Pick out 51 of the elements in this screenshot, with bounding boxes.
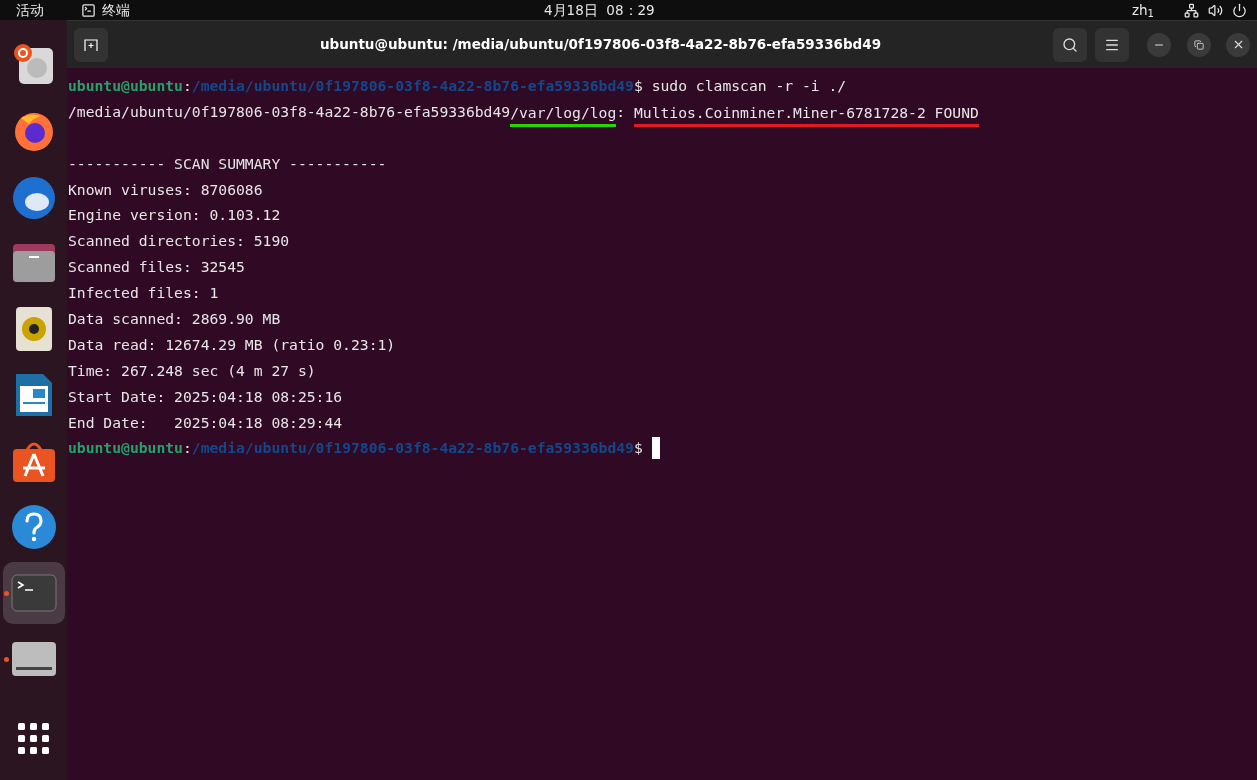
input-method-indicator[interactable]: zh$_{1}$ xyxy=(1131,0,1154,21)
new-tab-icon xyxy=(84,37,98,52)
prompt-dollar: $ xyxy=(633,76,643,96)
output-line: Scanned directories: 5190 xyxy=(68,231,290,252)
output-line: Engine version: 0.103.12 xyxy=(68,205,281,226)
output-line: Known viruses: 8706086 xyxy=(68,179,263,200)
output-line: Infected files: 1 xyxy=(68,283,219,304)
prompt-user: ubuntu@ubuntu xyxy=(68,76,183,96)
output-line: ----------- SCAN SUMMARY ----------- xyxy=(68,153,387,174)
output-line: End Date: 2025:04:18 08:29:44 xyxy=(68,412,343,433)
output-text: /media/ubuntu/0f197806-03f8-4a22-8b76-efa59336bd49 xyxy=(68,101,511,122)
prompt-dollar: $ xyxy=(633,438,643,459)
maximize-button[interactable] xyxy=(1187,32,1211,57)
close-button[interactable] xyxy=(1226,32,1250,57)
document-icon xyxy=(14,372,53,418)
power-icon[interactable] xyxy=(1232,2,1247,18)
running-indicator xyxy=(3,657,9,662)
output-line: Data read: 12674.29 MB (ratio 0.23:1) xyxy=(68,334,396,355)
volume-icon[interactable] xyxy=(1208,2,1223,18)
folder-icon xyxy=(10,242,57,284)
search-button[interactable] xyxy=(1053,27,1087,62)
activities-button[interactable]: 活动 xyxy=(16,0,72,21)
help-icon xyxy=(10,504,57,550)
underlined-file-path: /var/log/log xyxy=(510,102,617,128)
output-line: Scanned files: 32545 xyxy=(68,257,245,278)
running-indicator xyxy=(3,591,9,596)
window-title: ubuntu@ubuntu: /media/ubuntu/0f197806-03f8-4a22-8b76-efa59336bd49 xyxy=(319,35,882,55)
drive-icon xyxy=(10,641,57,677)
prompt-user: ubuntu@ubuntu xyxy=(68,438,183,459)
terminal-icon xyxy=(10,574,57,612)
minimize-button[interactable] xyxy=(1147,32,1171,57)
network-icon[interactable] xyxy=(1184,2,1199,18)
prompt-path: /media/ubuntu/0f197806-03f8-4a22-8b76-efa59336bd49 xyxy=(191,76,634,96)
new-tab-button[interactable] xyxy=(74,27,108,62)
speaker-icon xyxy=(14,306,53,352)
app-grid-icon xyxy=(17,723,50,755)
output-line: Time: 267.248 sec (4 m 27 s) xyxy=(68,360,316,381)
prompt-path: /media/ubuntu/0f197806-03f8-4a22-8b76-efa59336bd49 xyxy=(191,438,634,459)
restore-icon xyxy=(1194,39,1204,50)
prompt-colon: : xyxy=(182,438,192,459)
command-text: sudo clamscan -r -i ./ xyxy=(650,76,847,96)
clock[interactable]: 4月18日 08：29 xyxy=(544,0,655,21)
search-icon xyxy=(1062,36,1078,53)
prompt-colon: : xyxy=(182,76,192,96)
menu-button[interactable] xyxy=(1095,27,1129,62)
output-line: Start Date: 2025:04:18 08:25:16 xyxy=(68,386,343,407)
output-line: Data scanned: 2869.90 MB xyxy=(68,309,281,329)
underlined-detection: Multios.Coinminer.Miner-6781728-2 FOUND xyxy=(633,102,979,128)
app-menu-label[interactable]: 终端 xyxy=(102,0,130,21)
output-text: : xyxy=(616,101,627,122)
terminal-icon xyxy=(81,2,96,18)
